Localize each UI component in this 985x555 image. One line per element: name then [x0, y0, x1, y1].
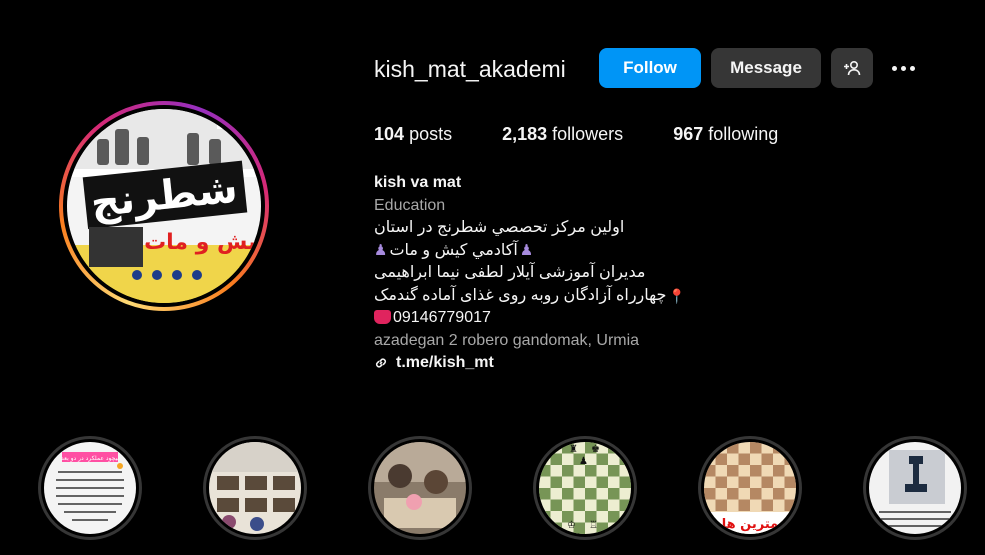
- profile-avatar-ring[interactable]: شطرنج کیش و مات آکادمی: [59, 101, 269, 311]
- highlight-2-cover: [209, 442, 301, 534]
- bio-line-3: مدیران آموزشی آیلار لطفی نیما ابراهیمی: [374, 264, 646, 281]
- avatar-artwork: شطرنج کیش و مات آکادمی: [67, 109, 261, 303]
- svg-text:♜: ♜: [569, 444, 578, 455]
- avatar-badge: آکادمی: [223, 115, 253, 128]
- avatar-subtitle: کیش و مات: [144, 230, 261, 255]
- posts-count: 104: [374, 124, 405, 144]
- chess-pawn-icon: ♟: [374, 241, 388, 259]
- message-button[interactable]: Message: [711, 48, 821, 88]
- more-dot: [909, 65, 915, 71]
- bio-line-2: آكادمي كيش و مات: [389, 241, 518, 259]
- highlight-4-cover: ♜ ♚♟ ♔ ♖: [539, 442, 631, 534]
- highlight-5-cover: مترین ها: [704, 442, 796, 534]
- bio-line-4: چهارراه آزادگان روبه روی غذای آماده گندم…: [374, 286, 667, 304]
- following-count: 967: [673, 124, 704, 144]
- profile-stats: 104 posts 2,183 followers 967 following: [374, 124, 828, 145]
- profile-bio: kish va mat Education اولین مرکز تحصصي ش…: [374, 172, 934, 375]
- more-options-button[interactable]: [886, 52, 920, 84]
- highlight-3-cover: [374, 442, 466, 534]
- chess-pawn-icon: ♟: [519, 241, 534, 259]
- posts-stat: 104 posts: [374, 124, 452, 145]
- highlight-6[interactable]: [863, 436, 967, 540]
- profile-avatar[interactable]: شطرنج کیش و مات آکادمی: [67, 109, 261, 303]
- bio-category: Education: [374, 196, 446, 214]
- more-options-icon: [891, 65, 897, 71]
- telephone-icon: [374, 310, 391, 324]
- bio-address: azadegan 2 robero gandomak, Urmia: [374, 331, 640, 349]
- highlight-3[interactable]: [368, 436, 472, 540]
- bio-link[interactable]: t.me/kish_mt: [374, 352, 934, 375]
- bio-line-1: اولین مرکز تحصصي شطرنج در استان: [374, 219, 625, 236]
- highlight-5[interactable]: مترین ها: [698, 436, 802, 540]
- bio-line-3-row: مدیران آموزشی آیلار لطفی نیما ابراهیمی: [374, 262, 934, 285]
- bio-line-4-row: چهارراه آزادگان روبه روی غذای آماده گندم…: [374, 285, 934, 308]
- bio-link-text: t.me/kish_mt: [396, 354, 494, 371]
- link-icon: [375, 358, 387, 368]
- highlight-1[interactable]: بیچود عملکرد در دو بعد: [38, 436, 142, 540]
- svg-text:♚: ♚: [591, 444, 600, 455]
- followers-link[interactable]: 2,183 followers: [502, 124, 623, 145]
- location-pin-icon: 📍: [668, 287, 686, 304]
- more-dot: [900, 65, 906, 71]
- highlight-6-cover: [869, 442, 961, 534]
- bio-line-2-row: ♟ آكادمي كيش و مات ♟: [374, 240, 934, 263]
- highlight-1-cover: بیچود عملکرد در دو بعد: [44, 442, 136, 534]
- highlight-2[interactable]: [203, 436, 307, 540]
- followers-count: 2,183: [502, 124, 548, 144]
- bio-phone: 09146779017: [393, 309, 491, 326]
- following-link[interactable]: 967 following: [673, 124, 778, 145]
- add-person-icon: [844, 60, 861, 76]
- bio-display-name: kish va mat: [374, 174, 462, 191]
- highlight-1-caption: بیچود عملکرد در دو بعد: [61, 455, 119, 462]
- bio-phone-row: 09146779017: [374, 307, 934, 330]
- svg-text:♔: ♔: [567, 520, 576, 531]
- following-label: following: [708, 124, 779, 144]
- svg-text:♖: ♖: [589, 520, 598, 531]
- suggest-accounts-button[interactable]: [831, 48, 873, 88]
- posts-label: posts: [409, 124, 453, 144]
- follow-button[interactable]: Follow: [599, 48, 701, 88]
- bio-line-1-row: اولین مرکز تحصصي شطرنج در استان: [374, 217, 934, 240]
- followers-label: followers: [552, 124, 624, 144]
- highlight-4[interactable]: ♜ ♚ ♟ ♔ ♖: [533, 436, 637, 540]
- profile-username: kish_mat_akademi: [374, 56, 566, 82]
- svg-text:♟: ♟: [579, 456, 588, 467]
